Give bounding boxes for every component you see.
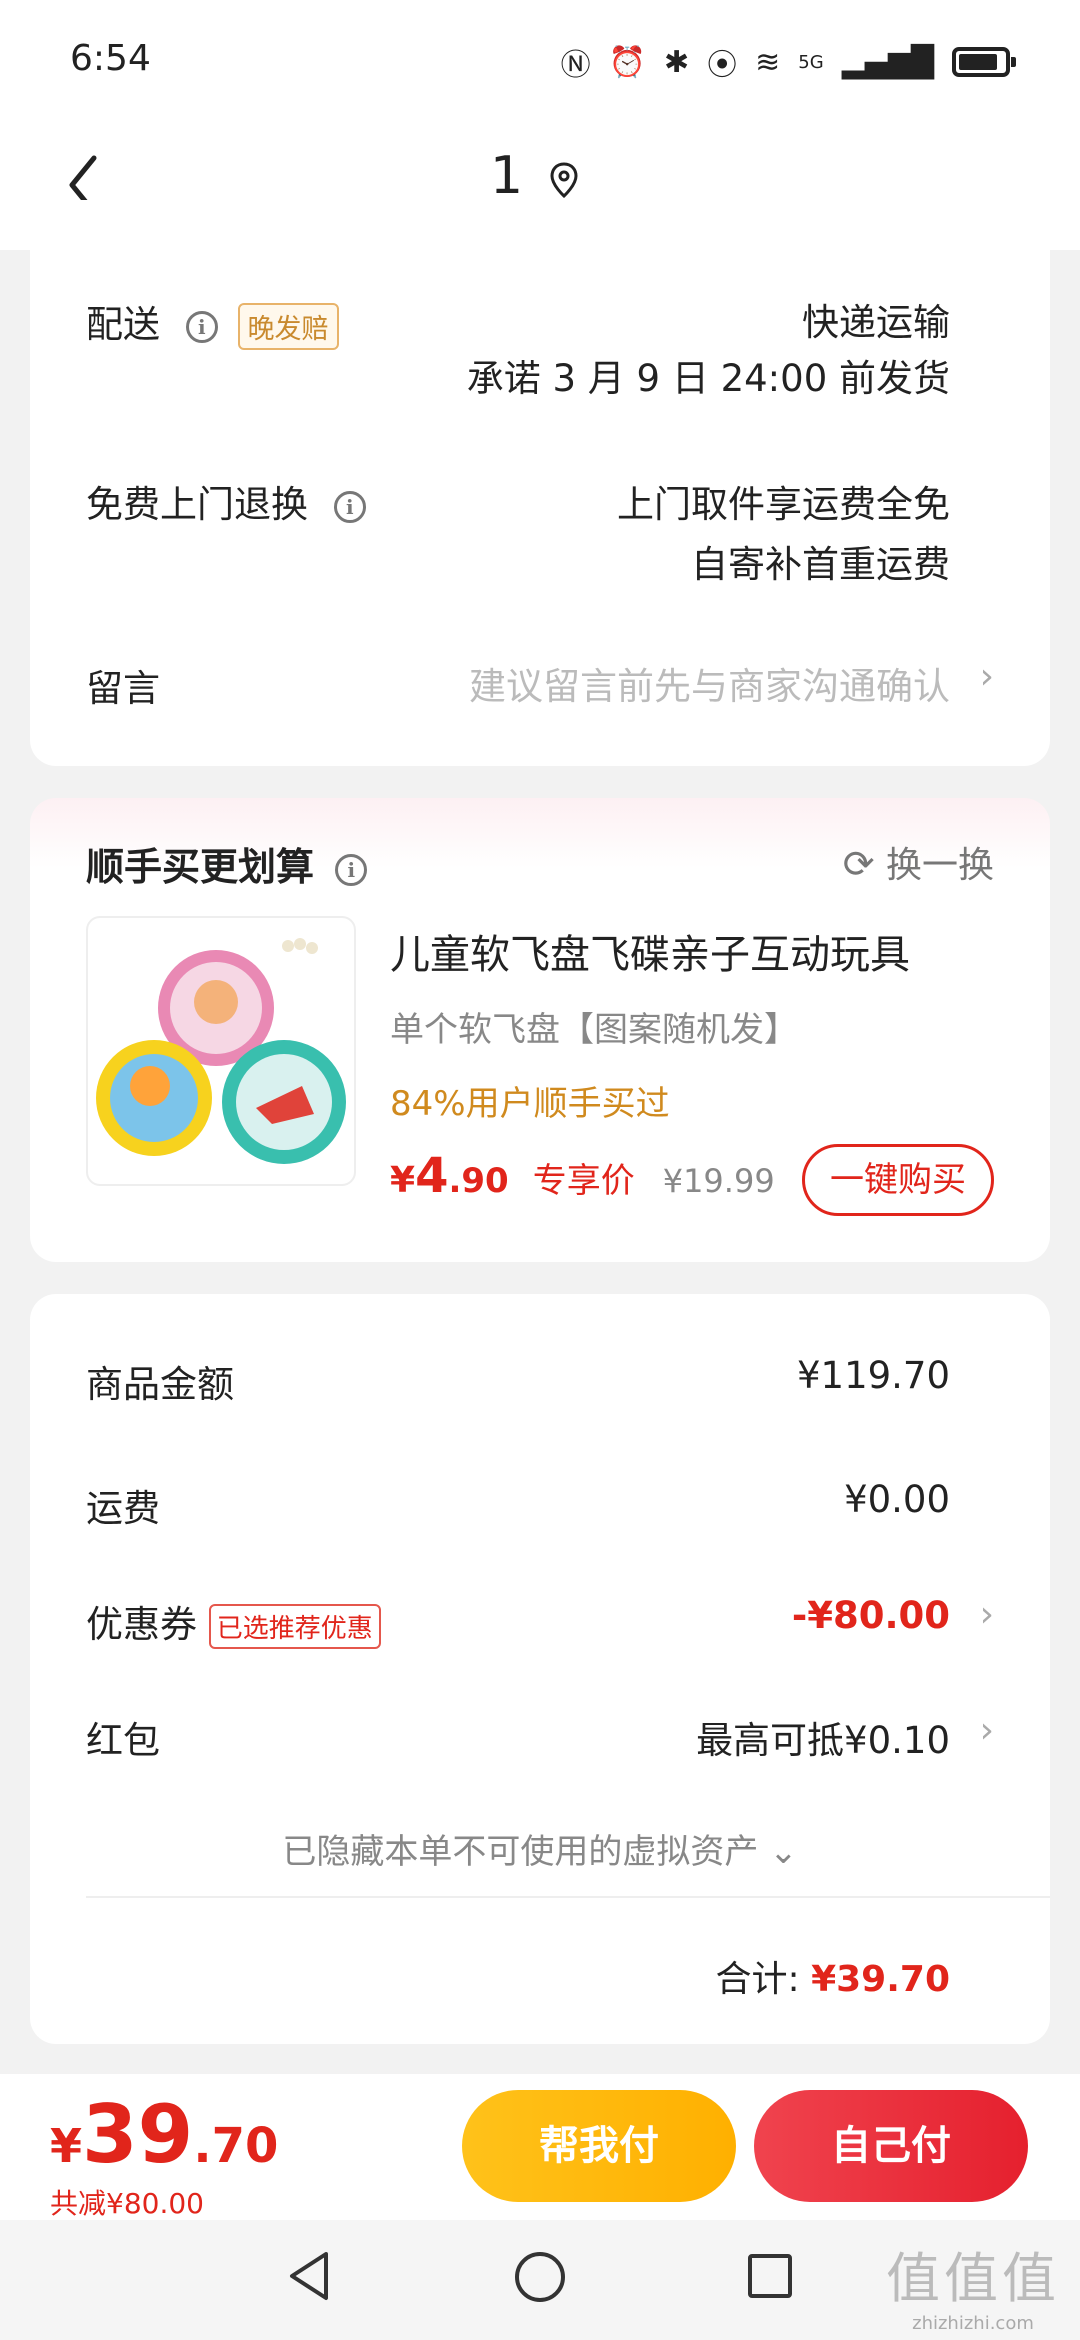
- product-image[interactable]: [86, 916, 356, 1186]
- swap-button[interactable]: ⟳ 换一换: [843, 836, 994, 888]
- price-currency: ¥: [390, 1160, 416, 1201]
- total-value: ¥39.70: [811, 1959, 950, 2000]
- bluetooth-icon: ✱: [664, 44, 690, 80]
- free-return-row: 免费上门退换 i: [86, 474, 366, 528]
- free-return-label: 免费上门退换: [86, 483, 308, 526]
- chevron-right-icon[interactable]: ›: [980, 656, 994, 697]
- info-icon[interactable]: i: [185, 310, 218, 343]
- payable-decimal: .70: [193, 2118, 279, 2174]
- system-home-icon[interactable]: [515, 2252, 565, 2302]
- return-pickup-text: 上门取件享运费全免: [617, 483, 950, 526]
- product-variant: 单个软飞盘【图案随机发】: [390, 1010, 798, 1050]
- red-packet-value[interactable]: 最高可抵¥0.10: [696, 1710, 950, 1764]
- late-compensation-badge: 晚发赔: [237, 303, 339, 350]
- bundle-title: 顺手买更划算: [86, 845, 315, 889]
- network-label: 5G: [798, 51, 824, 73]
- status-icons: Ⓝ ⏰ ✱ ⦿ ≋ 5G ▂▄▆█: [560, 40, 1016, 84]
- signal-icon: ▂▄▆█: [841, 44, 934, 80]
- total-row: 合计: ¥39.70: [715, 1950, 950, 2002]
- goods-amount-value: ¥119.70: [796, 1354, 950, 1397]
- price-decimal: .90: [448, 1161, 509, 1201]
- bundle-title-row: 顺手买更划算 i: [86, 836, 368, 891]
- chevron-right-icon[interactable]: ›: [980, 1710, 994, 1751]
- status-bar: 6:54 Ⓝ ⏰ ✱ ⦿ ≋ 5G ▂▄▆█: [0, 0, 1080, 120]
- nfc-icon: Ⓝ: [560, 48, 591, 83]
- swap-label: 换一换: [885, 845, 994, 886]
- refresh-icon: ⟳: [842, 842, 875, 886]
- alarm-icon: ⏰: [608, 44, 647, 80]
- price-summary-card: 商品金额 ¥119.70 运费 ¥0.00 优惠券 已选推荐优惠 -¥80.00…: [30, 1294, 1050, 2044]
- original-price: ¥19.99: [662, 1162, 775, 1200]
- shipping-label: 运费: [86, 1487, 160, 1530]
- info-icon[interactable]: i: [333, 490, 366, 523]
- payable-currency: ¥: [50, 2119, 83, 2173]
- total-savings: 共减¥80.00: [50, 2187, 204, 2220]
- message-label: 留言: [86, 667, 160, 710]
- total-label: 合计:: [715, 1959, 800, 2000]
- coupon-recommended-badge: 已选推荐优惠: [208, 1604, 381, 1649]
- watermark-site: zhizhizhi.com: [912, 2313, 1034, 2334]
- hidden-assets-text: 已隐藏本单不可使用的虚拟资产: [282, 1832, 759, 1872]
- payable-integer: 39: [82, 2088, 194, 2181]
- page-title: 1: [490, 146, 524, 206]
- frisbee-image: [96, 938, 346, 1164]
- system-nav-bar: 值值值 zhizhizhi.com: [0, 2220, 1080, 2340]
- coupon-value[interactable]: -¥80.00: [792, 1594, 950, 1637]
- payable-amount: ¥39.70: [50, 2088, 278, 2181]
- delivery-method: 快递运输: [802, 301, 950, 344]
- product-price-row: ¥4.90 专享价 ¥19.99: [390, 1148, 775, 1204]
- delivery-promise: 承诺 3 月 9 日 24:00 前发货: [466, 357, 950, 400]
- return-self-ship-text: 自寄补首重运费: [691, 543, 950, 586]
- red-packet-label: 红包: [86, 1719, 160, 1762]
- help-me-pay-button[interactable]: 帮我付: [462, 2090, 736, 2202]
- chevron-down-icon: ⌄: [769, 1832, 798, 1872]
- hidden-assets-toggle[interactable]: 已隐藏本单不可使用的虚拟资产 ⌄: [30, 1824, 1050, 1873]
- battery-icon: [952, 47, 1016, 77]
- checkout-bar: ¥39.70 共减¥80.00 帮我付 自己付: [0, 2074, 1080, 2220]
- system-back-icon[interactable]: [286, 2250, 334, 2302]
- wifi-icon: ≋: [755, 44, 781, 80]
- shipping-value: ¥0.00: [844, 1478, 950, 1521]
- price-integer: 4: [415, 1148, 449, 1204]
- one-click-buy-button[interactable]: 一键购买: [802, 1144, 994, 1216]
- chevron-right-icon[interactable]: ›: [980, 1594, 994, 1635]
- location-icon: ⦿: [707, 48, 738, 83]
- watermark: 值值值 zhizhizhi.com: [886, 2234, 1060, 2334]
- bundle-recommendation-card: 顺手买更划算 i ⟳ 换一换 儿童软飞盘飞碟亲子互动玩具 单个软飞盘【图案随机发…: [30, 798, 1050, 1262]
- pay-myself-button[interactable]: 自己付: [754, 2090, 1028, 2202]
- coupon-row[interactable]: 优惠券 已选推荐优惠: [86, 1594, 381, 1649]
- system-recents-icon[interactable]: [748, 2254, 792, 2298]
- message-input[interactable]: 建议留言前先与商家沟通确认: [469, 656, 950, 710]
- exclusive-price-label: 专享价: [532, 1161, 635, 1201]
- coupon-label: 优惠券: [86, 1603, 197, 1646]
- purchase-hint: 84%用户顺手买过: [390, 1084, 670, 1124]
- watermark-logo: 值值值: [886, 2247, 1060, 2310]
- product-name[interactable]: 儿童软飞盘飞碟亲子互动玩具: [390, 922, 910, 980]
- goods-amount-label: 商品金额: [86, 1363, 234, 1406]
- divider: [86, 1896, 1050, 1898]
- delivery-label: 配送: [86, 303, 160, 346]
- location-pin-icon[interactable]: [550, 162, 578, 200]
- delivery-row: 配送 i 晚发赔: [86, 294, 339, 350]
- order-options-card: 配送 i 晚发赔 快递运输 承诺 3 月 9 日 24:00 前发货 免费上门退…: [30, 200, 1050, 766]
- info-icon[interactable]: i: [335, 853, 368, 886]
- status-time: 6:54: [70, 38, 151, 79]
